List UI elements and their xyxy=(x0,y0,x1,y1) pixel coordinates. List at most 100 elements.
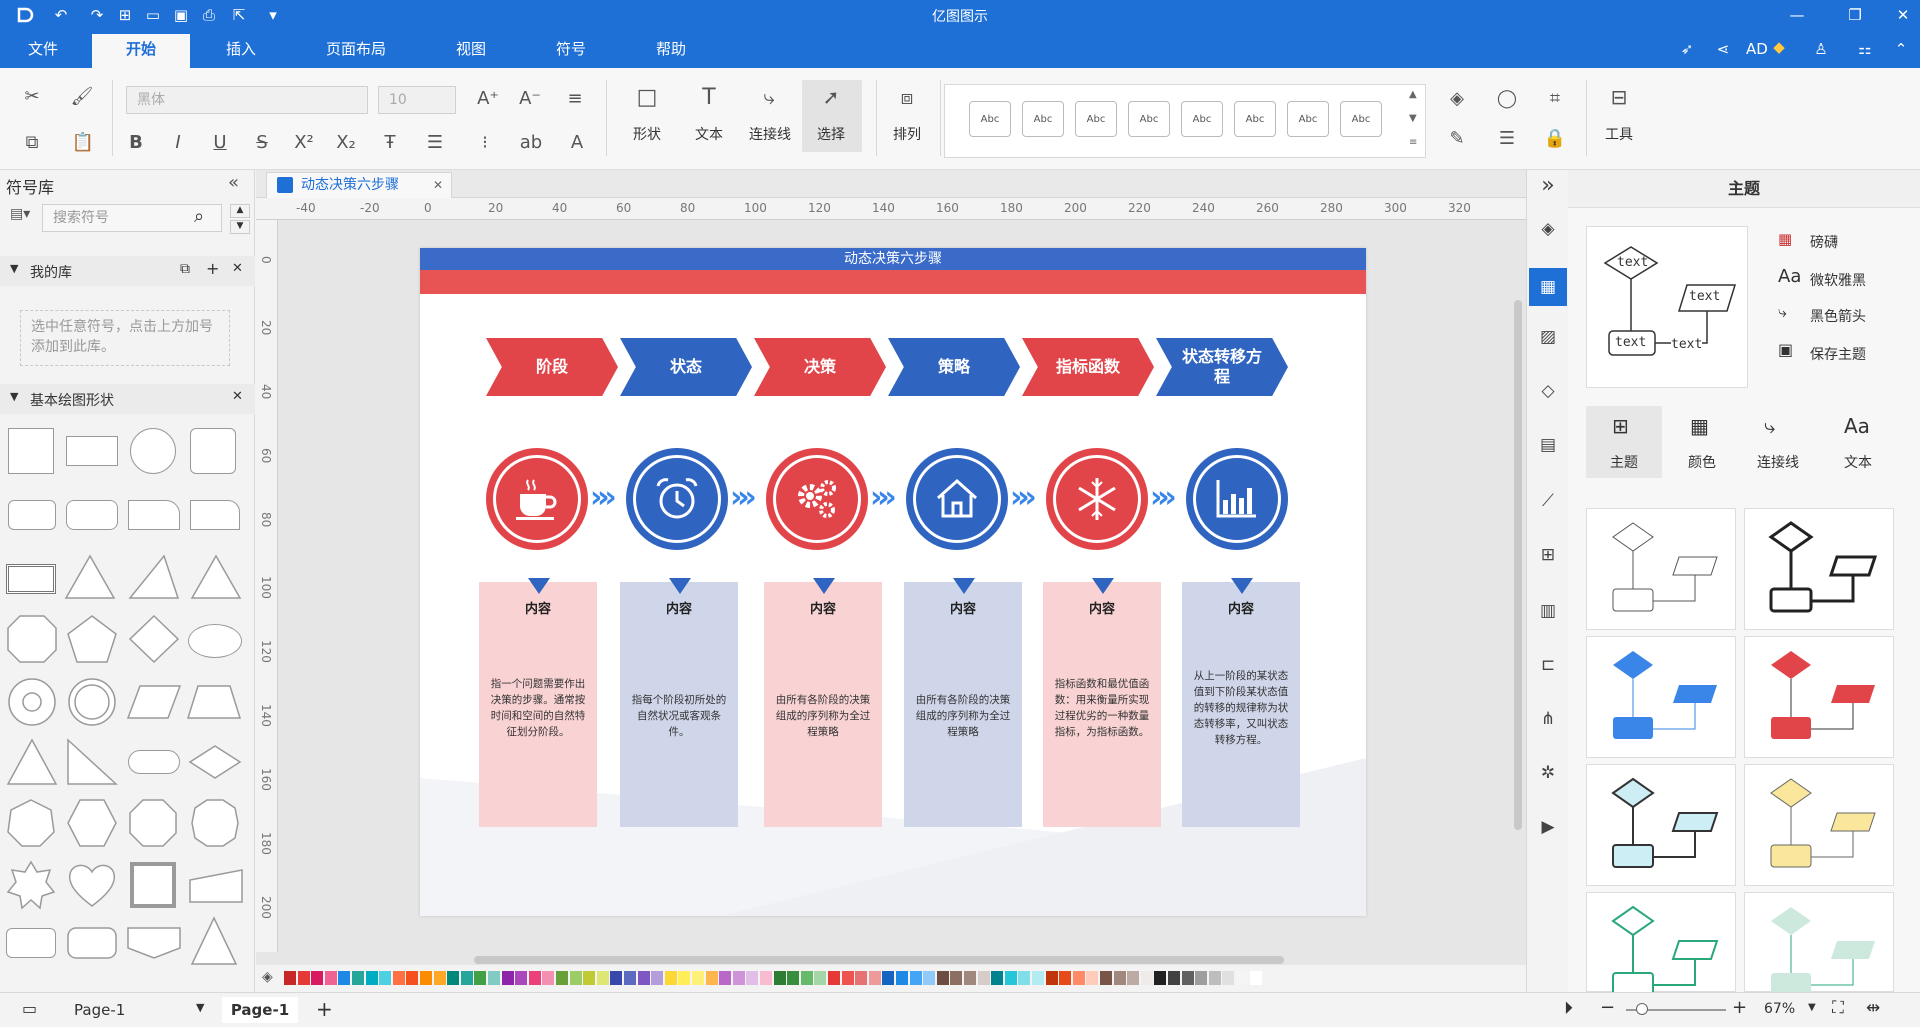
trapezoid-shape[interactable] xyxy=(186,684,242,720)
share-icon[interactable]: ⋖ xyxy=(1712,38,1734,60)
table-icon[interactable]: ⊞ xyxy=(1535,542,1561,568)
menu-view[interactable]: 视图 xyxy=(456,38,486,68)
color-swatch[interactable] xyxy=(637,971,650,985)
color-swatch[interactable] xyxy=(1140,971,1153,985)
expand-panel-icon[interactable]: » xyxy=(1535,172,1561,198)
isosceles-triangle-shape[interactable] xyxy=(190,554,242,600)
color-swatch[interactable] xyxy=(732,971,745,985)
color-swatch[interactable] xyxy=(719,971,732,985)
content-card-5[interactable]: 内容 指标函数和最优值函数：用来衡量所实现过程优劣的一种数量指标，为指标函数。 xyxy=(1043,578,1161,827)
text-tab[interactable]: 文本 xyxy=(1820,452,1896,472)
horizontal-scrollbar[interactable] xyxy=(474,956,1284,964)
color-swatch[interactable] xyxy=(583,971,596,985)
close-tab-icon[interactable]: ✕ xyxy=(433,173,443,197)
close-section-icon[interactable]: ✕ xyxy=(232,261,243,276)
export-icon[interactable]: ⇱ xyxy=(228,4,250,26)
style-sample-6[interactable]: Abc xyxy=(1234,101,1276,137)
manual-input-shape[interactable] xyxy=(188,868,244,904)
vip-diamond-icon[interactable]: ◆ xyxy=(1768,36,1790,58)
chart-icon[interactable]: ⟋ xyxy=(1535,488,1561,514)
fill-icon[interactable]: ◈ xyxy=(1535,216,1561,242)
triangle-2-shape[interactable] xyxy=(6,738,58,786)
rectangle-shape[interactable] xyxy=(66,436,118,466)
color-swatch[interactable] xyxy=(433,971,446,985)
color-swatch[interactable] xyxy=(882,971,895,985)
menu-symbol[interactable]: 符号 xyxy=(556,38,586,68)
connector-tab-icon[interactable]: ⤷ xyxy=(1764,414,1775,438)
decagon-shape[interactable] xyxy=(190,798,240,848)
collapse-panel-icon[interactable]: « xyxy=(228,172,239,193)
strikethrough-icon[interactable]: S xyxy=(250,130,274,154)
theme-card-7[interactable] xyxy=(1586,892,1736,996)
color-swatch[interactable] xyxy=(991,971,1004,985)
add-icon[interactable]: + xyxy=(206,259,219,278)
rounded-rect-shape[interactable] xyxy=(8,500,56,530)
color-swatch[interactable] xyxy=(936,971,949,985)
org-chart-icon[interactable]: ⋔ xyxy=(1535,706,1561,732)
fit-width-icon[interactable]: ⇹ xyxy=(1866,998,1880,1018)
color-swatch[interactable] xyxy=(1154,971,1167,985)
search-icon[interactable]: ⌕ xyxy=(194,206,204,227)
color-swatch[interactable] xyxy=(1236,971,1248,985)
color-swatch[interactable] xyxy=(352,971,364,985)
theme-card-5[interactable] xyxy=(1586,764,1736,886)
color-swatch[interactable] xyxy=(297,971,310,985)
page-list-icon[interactable]: ▭ xyxy=(22,999,37,1018)
color-swatch[interactable] xyxy=(624,971,636,985)
pentagon-shape[interactable] xyxy=(66,614,118,664)
connector-icon[interactable]: ⤷ xyxy=(1778,302,1787,322)
connector-tool-icon[interactable]: ⤷ xyxy=(754,82,784,112)
star-shape[interactable] xyxy=(6,860,56,910)
double-rect-shape[interactable] xyxy=(6,564,56,594)
content-card-4[interactable]: 内容 由所有各阶段的决策组成的序列称为全过程策略 xyxy=(904,578,1022,827)
theme-card-2[interactable] xyxy=(1744,508,1894,630)
color-swatch[interactable] xyxy=(1113,971,1126,985)
color-swatch[interactable] xyxy=(311,971,324,985)
snip-rect-2-shape[interactable] xyxy=(190,500,240,530)
color-swatch[interactable] xyxy=(800,971,813,985)
italic-icon[interactable]: I xyxy=(166,130,190,154)
color-swatch[interactable] xyxy=(542,971,555,985)
ellipse-shape[interactable] xyxy=(188,624,242,658)
collapse-ribbon-icon[interactable]: ⌃ xyxy=(1890,38,1912,60)
color-swatch[interactable] xyxy=(705,971,718,985)
color-swatch[interactable] xyxy=(814,971,827,985)
color-swatch[interactable] xyxy=(1222,971,1235,985)
color-swatch[interactable] xyxy=(651,971,664,985)
basic-shapes-header[interactable]: ▼ 基本绘图形状 ✕ xyxy=(0,384,255,414)
content-card-3[interactable]: 内容 由所有各阶段的决策组成的序列称为全过程策略 xyxy=(764,578,882,827)
format-painter-icon[interactable]: 🖌 xyxy=(70,84,94,108)
color-swatch[interactable] xyxy=(692,971,704,985)
color-swatch[interactable] xyxy=(746,971,759,985)
color-swatch[interactable] xyxy=(1059,971,1072,985)
bullet-list-icon[interactable]: ⁝ xyxy=(470,130,500,154)
format-icon[interactable]: ⊏ xyxy=(1535,652,1561,678)
step-arrow-3[interactable]: 决策 xyxy=(754,338,886,396)
color-swatch[interactable] xyxy=(284,971,296,985)
superscript-icon[interactable]: X² xyxy=(292,130,316,154)
scroll-up-icon[interactable]: ▲ xyxy=(230,204,250,218)
zoom-in-icon[interactable]: + xyxy=(1732,997,1747,1018)
triangle-shape[interactable] xyxy=(64,554,116,600)
theme-card-4[interactable] xyxy=(1744,636,1894,758)
tools-icon[interactable]: ⊟ xyxy=(1604,82,1634,112)
step-circle-6[interactable] xyxy=(1186,448,1288,550)
zoom-level[interactable]: 67% xyxy=(1764,1001,1795,1017)
rounded-rect-3-shape[interactable] xyxy=(6,928,56,958)
new-file-icon[interactable]: ⊞ xyxy=(114,4,136,26)
step-circle-1[interactable] xyxy=(486,448,588,550)
rounded-square-shape[interactable] xyxy=(190,428,236,474)
apps-icon[interactable]: ⚏ xyxy=(1854,38,1876,60)
step-circle-4[interactable] xyxy=(906,448,1008,550)
banner-title[interactable]: 动态决策六步骤 xyxy=(420,248,1366,270)
right-triangle-shape[interactable] xyxy=(128,554,180,600)
color-swatch[interactable] xyxy=(365,971,378,985)
color-swatch[interactable] xyxy=(760,971,772,985)
cut-icon[interactable]: ✂ xyxy=(20,84,44,108)
color-swatch[interactable] xyxy=(1086,971,1099,985)
text-highlight-icon[interactable]: ab xyxy=(516,130,546,154)
connector-tool-label[interactable]: 连接线 xyxy=(742,124,798,144)
lock-icon[interactable]: 🔒 xyxy=(1542,126,1568,150)
gallery-scroll-down-icon[interactable]: ▼ xyxy=(1409,113,1417,124)
fit-page-icon[interactable]: ⛶ xyxy=(1832,998,1844,1018)
